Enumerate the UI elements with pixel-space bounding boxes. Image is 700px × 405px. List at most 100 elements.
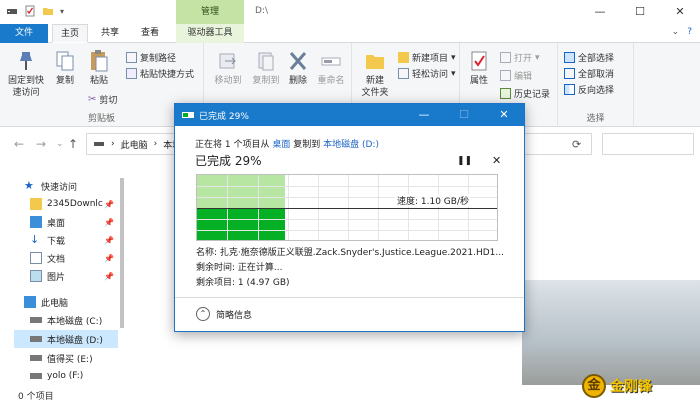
cancel-copy-icon[interactable]: ✕ <box>492 154 501 167</box>
forward-arrow-icon[interactable]: → <box>36 137 46 151</box>
select-none-button[interactable]: 全部取消 <box>564 67 614 80</box>
delete-button[interactable]: 删除 <box>284 49 312 87</box>
invert-selection-button[interactable]: 反向选择 <box>564 83 614 96</box>
refresh-icon[interactable]: ⟳ <box>572 138 581 151</box>
select-group: 全部选择 全部取消 反向选择 选择 <box>558 43 634 127</box>
drive-icon <box>94 142 104 146</box>
help-icon[interactable]: ? <box>687 27 692 37</box>
paste-icon <box>91 50 108 72</box>
pin-icon: 📌 <box>104 271 114 281</box>
tab-drive-tools[interactable]: 驱动器工具 <box>176 24 244 43</box>
nav-item-label: 本地磁盘 (D:) <box>47 335 103 346</box>
nav-item-drive-f[interactable]: yolo (F:) <box>30 367 120 385</box>
nav-item-quick-access[interactable]: ★ 快速访问 <box>24 177 144 195</box>
recent-locations-icon[interactable]: ⌄ <box>56 139 64 149</box>
nav-item-label: 桌面 <box>47 218 66 229</box>
copy-description: 正在将 1 个项目从 桌面 复制到 本地磁盘 (D:) <box>195 137 379 150</box>
history-label: 历史记录 <box>514 90 551 100</box>
computer-icon <box>24 296 36 308</box>
new-folder-button[interactable]: 新建 文件夹 <box>358 49 392 99</box>
select-all-icon <box>564 52 575 63</box>
chevron-up-icon: ⌃ <box>196 307 210 321</box>
move-to-label: 移动到 <box>214 76 242 86</box>
nav-item-label: 本地磁盘 (C:) <box>47 316 103 327</box>
source-link[interactable]: 桌面 <box>272 140 290 150</box>
folder-icon <box>30 198 42 210</box>
scrollbar-thumb[interactable] <box>120 178 124 328</box>
select-none-label: 全部取消 <box>578 70 615 80</box>
copy-path-label: 复制路径 <box>140 54 177 64</box>
move-to-button[interactable]: 移动到 <box>210 49 246 87</box>
paste-label: 粘贴 <box>89 76 108 86</box>
pin-icon <box>20 52 32 70</box>
delete-icon <box>289 52 307 70</box>
copy-button[interactable]: 复制 <box>52 49 78 87</box>
nav-item-label: 文档 <box>47 254 66 265</box>
easy-access-button[interactable]: 轻松访问 ▾ <box>398 67 456 80</box>
drive-icon <box>30 373 42 379</box>
breadcrumb-this-pc[interactable]: 此电脑 <box>121 138 148 151</box>
tab-view[interactable]: 查看 <box>134 24 166 43</box>
nav-item-drive-e[interactable]: 值得买 (E:) <box>30 349 120 367</box>
new-item-button[interactable]: 新建项目 ▾ <box>398 51 456 64</box>
dialog-minimize-button[interactable]: — <box>404 104 444 126</box>
pin-label: 固定到快 速访问 <box>7 76 44 98</box>
less-info-toggle[interactable]: ⌃ 简略信息 <box>196 307 252 321</box>
nav-item-downloads[interactable]: ↓ 下载 📌 <box>30 231 120 249</box>
customize-toolbar-icon[interactable]: ▾ <box>60 7 64 16</box>
new-folder-icon[interactable] <box>42 5 54 17</box>
nav-item-drive-d[interactable]: 本地磁盘 (D:) <box>14 330 118 348</box>
minimize-button[interactable]: — <box>580 0 620 24</box>
clipboard-group-label: 剪贴板 <box>87 114 115 124</box>
history-button[interactable]: 历史记录 <box>500 87 550 100</box>
nav-item-this-pc[interactable]: 此电脑 <box>24 293 144 311</box>
rename-button[interactable]: 重命名 <box>314 49 348 87</box>
address-separator-icon: › <box>111 139 115 149</box>
desktop-icon <box>30 216 42 228</box>
tab-file[interactable]: 文件 <box>0 24 48 43</box>
up-arrow-icon[interactable]: ↑ <box>68 137 78 151</box>
new-folder-label: 新建 文件夹 <box>361 76 389 98</box>
edit-button[interactable]: 编辑 <box>500 69 532 82</box>
ribbon-tabs: 文件 主页 共享 查看 驱动器工具 ⌄ ? <box>0 24 700 43</box>
maximize-button[interactable]: ☐ <box>620 0 660 24</box>
close-button[interactable]: ✕ <box>660 0 700 24</box>
destination-link[interactable]: 本地磁盘 (D:) <box>323 140 379 150</box>
pin-icon: 📌 <box>104 235 114 245</box>
nav-item-desktop[interactable]: 桌面 📌 <box>30 213 120 231</box>
collapse-ribbon-icon[interactable]: ⌄ <box>672 27 680 37</box>
nav-item-documents[interactable]: 文档 📌 <box>30 249 120 267</box>
drive-icon <box>30 336 42 342</box>
pause-icon[interactable]: ❚❚ <box>457 156 472 166</box>
history-icon <box>500 88 511 99</box>
nav-item-2345downloads[interactable]: 2345Downlc 📌 <box>30 195 120 213</box>
tab-home[interactable]: 主页 <box>52 24 88 43</box>
nav-item-label: yolo (F:) <box>47 371 84 381</box>
edit-label: 编辑 <box>514 72 533 82</box>
tab-share[interactable]: 共享 <box>94 24 126 43</box>
properties-icon[interactable] <box>24 5 36 17</box>
paste-shortcut-button[interactable]: 粘贴快捷方式 <box>126 67 194 80</box>
copy-to-icon <box>258 52 274 71</box>
properties-button[interactable]: 属性 <box>466 49 492 87</box>
logo-mark: 金 <box>582 374 606 398</box>
nav-item-drive-c[interactable]: 本地磁盘 (C:) <box>30 311 120 329</box>
dialog-close-button[interactable]: ✕ <box>484 104 524 126</box>
nav-item-pictures[interactable]: 图片 📌 <box>30 267 120 285</box>
address-separator-icon: › <box>153 139 158 149</box>
cut-button[interactable]: ✂ 剪切 <box>88 93 117 106</box>
search-input[interactable] <box>602 133 694 155</box>
paste-shortcut-label: 粘贴快捷方式 <box>140 70 195 80</box>
file-name: 名称: 扎克·施奈德版正义联盟.Zack.Snyder's.Justice.Le… <box>196 248 504 258</box>
download-icon: ↓ <box>30 233 40 246</box>
copy-description-prefix: 正在将 1 个项目从 <box>195 140 270 150</box>
new-item-label: 新建项目 <box>412 54 449 64</box>
copy-path-button[interactable]: 复制路径 <box>126 51 176 64</box>
nav-scrollbar[interactable] <box>118 168 126 378</box>
pin-quick-access-button[interactable]: 固定到快 速访问 <box>6 49 46 99</box>
copy-to-button[interactable]: 复制到 <box>248 49 284 87</box>
open-button[interactable]: 打开 ▾ <box>500 51 540 64</box>
back-arrow-icon[interactable]: ← <box>14 137 24 151</box>
paste-button[interactable]: 粘贴 <box>86 49 112 87</box>
select-all-button[interactable]: 全部选择 <box>564 51 614 64</box>
